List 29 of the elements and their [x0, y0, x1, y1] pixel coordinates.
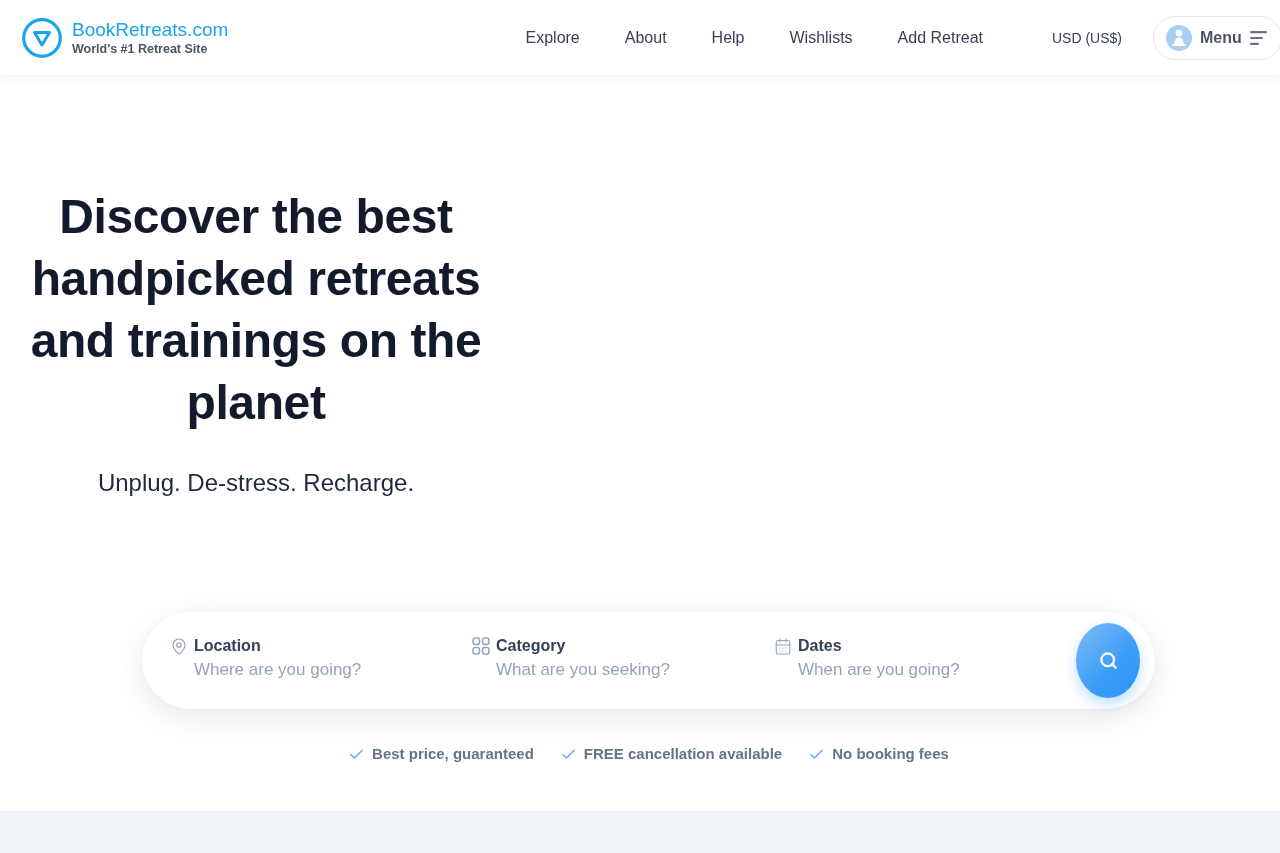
nav-link[interactable]: Explore — [525, 27, 580, 48]
search-icon — [1098, 651, 1118, 670]
brand-name: BookRetreats.com — [72, 18, 229, 40]
benefit-text: No booking fees — [832, 744, 949, 764]
field-label: Dates — [798, 636, 843, 656]
hero-title: Discover the best handpicked retreats and trainings on the planet — [29, 189, 483, 431]
map-pin-icon — [170, 636, 188, 656]
search-button[interactable] — [1076, 623, 1140, 698]
search-input[interactable]: When are you going? — [798, 658, 1048, 682]
calendar-icon — [774, 636, 792, 656]
nav-link[interactable]: Add Retreat — [897, 27, 983, 48]
benefit-text: FREE cancellation available — [583, 744, 783, 764]
site-logo[interactable]: BookRetreats.com World's #1 Retreat Site — [22, 17, 229, 58]
grid-icon — [472, 637, 490, 655]
search-input[interactable]: What are you seeking? — [496, 658, 746, 682]
currency-selector[interactable]: USD (US$) — [1052, 28, 1122, 47]
menu-icon — [1249, 30, 1267, 45]
search-input[interactable]: Where are you going? — [194, 658, 444, 682]
benefit-text: Best price, guaranteed — [372, 744, 534, 764]
field-label: Location — [194, 636, 262, 656]
field-label: Category — [496, 636, 567, 656]
brand-tagline: World's #1 Retreat Site — [72, 41, 209, 57]
hero-subtitle: Unplug. De-stress. Recharge. — [97, 468, 415, 498]
menu-button[interactable]: Menu — [1153, 15, 1280, 60]
logo-icon — [22, 17, 62, 58]
avatar-icon — [1166, 24, 1192, 51]
nav-link[interactable]: About — [624, 27, 667, 48]
nav-link[interactable]: Wishlists — [789, 27, 853, 48]
nav-link[interactable]: Help — [711, 27, 745, 48]
